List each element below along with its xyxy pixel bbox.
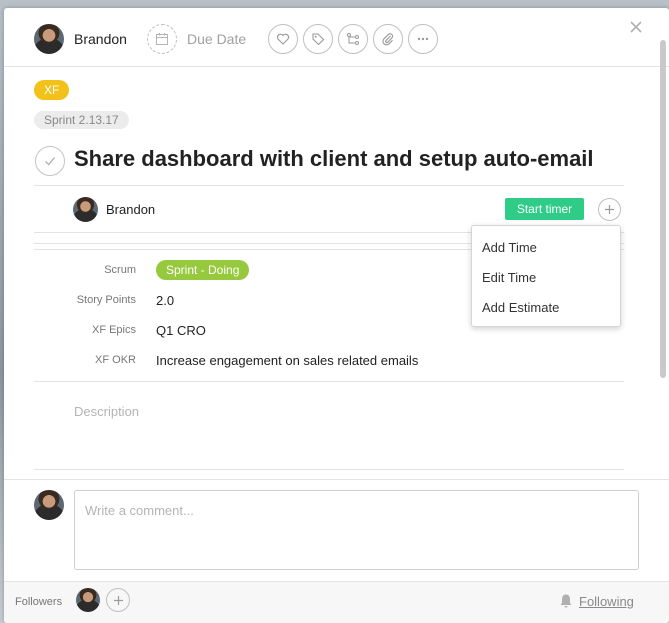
subtask-button[interactable] bbox=[338, 24, 368, 54]
plus-icon bbox=[605, 205, 614, 214]
close-icon[interactable] bbox=[629, 20, 643, 34]
checkmark-icon bbox=[45, 157, 56, 166]
header-divider bbox=[4, 66, 669, 67]
following-toggle[interactable]: Following bbox=[579, 594, 634, 609]
followers-footer: Followers Following bbox=[4, 581, 669, 623]
description-field[interactable]: Description bbox=[74, 404, 139, 419]
time-entry-user: Brandon bbox=[106, 202, 156, 217]
subtask-icon bbox=[347, 33, 359, 45]
project-tag[interactable]: XF bbox=[34, 80, 70, 100]
more-button[interactable] bbox=[408, 24, 438, 54]
story-points-value[interactable]: 2.0 bbox=[156, 293, 174, 308]
section-tag[interactable]: Sprint 2.13.17 bbox=[34, 111, 129, 129]
task-detail-panel: Brandon Due Date XF Sprint 2.13.17 Share… bbox=[4, 8, 669, 623]
plus-icon bbox=[113, 595, 123, 605]
xf-epics-label: XF Epics bbox=[91, 324, 136, 336]
attachment-icon bbox=[382, 33, 394, 46]
bell-icon bbox=[560, 594, 572, 608]
follower-avatar[interactable] bbox=[76, 588, 100, 612]
assignee-name[interactable]: Brandon bbox=[74, 31, 127, 47]
add-time-toggle[interactable] bbox=[598, 198, 621, 221]
complete-task-button[interactable] bbox=[35, 146, 65, 176]
story-points-label: Story Points bbox=[76, 294, 136, 306]
calendar-icon bbox=[156, 33, 168, 45]
attachment-button[interactable] bbox=[373, 24, 403, 54]
followers-label: Followers bbox=[15, 596, 63, 608]
xf-epics-value[interactable]: Q1 CRO bbox=[156, 323, 206, 338]
scrum-value[interactable]: Sprint - Doing bbox=[156, 260, 250, 280]
xf-okr-label: XF OKR bbox=[95, 354, 136, 366]
commenter-avatar bbox=[34, 490, 64, 520]
xf-okr-value[interactable]: Increase engagement on sales related ema… bbox=[156, 353, 418, 368]
due-date-label[interactable]: Due Date bbox=[187, 31, 246, 47]
tag-icon bbox=[312, 33, 325, 46]
heart-button[interactable] bbox=[268, 24, 298, 54]
task-title[interactable]: Share dashboard with client and setup au… bbox=[74, 146, 594, 172]
due-date-button[interactable] bbox=[147, 24, 177, 54]
edit-time-item[interactable]: Edit Time bbox=[472, 264, 620, 294]
fields-divider-bottom bbox=[34, 381, 624, 382]
add-time-item[interactable]: Add Time bbox=[472, 234, 620, 264]
scrum-label: Scrum bbox=[104, 264, 136, 276]
add-follower-button[interactable] bbox=[106, 588, 130, 612]
comment-section-divider bbox=[4, 479, 669, 480]
time-menu: Add Time Edit Time Add Estimate bbox=[471, 225, 621, 327]
scrollbar[interactable] bbox=[660, 40, 666, 378]
start-timer-button[interactable]: Start timer bbox=[505, 198, 584, 220]
more-icon bbox=[417, 37, 429, 41]
assignee-avatar[interactable] bbox=[34, 24, 64, 54]
tag-button[interactable] bbox=[303, 24, 333, 54]
comment-input[interactable]: Write a comment... bbox=[74, 490, 639, 570]
title-divider bbox=[34, 185, 624, 186]
description-divider bbox=[34, 469, 624, 470]
heart-icon bbox=[276, 33, 290, 45]
add-estimate-item[interactable]: Add Estimate bbox=[472, 294, 620, 324]
time-entry-avatar bbox=[73, 197, 98, 222]
